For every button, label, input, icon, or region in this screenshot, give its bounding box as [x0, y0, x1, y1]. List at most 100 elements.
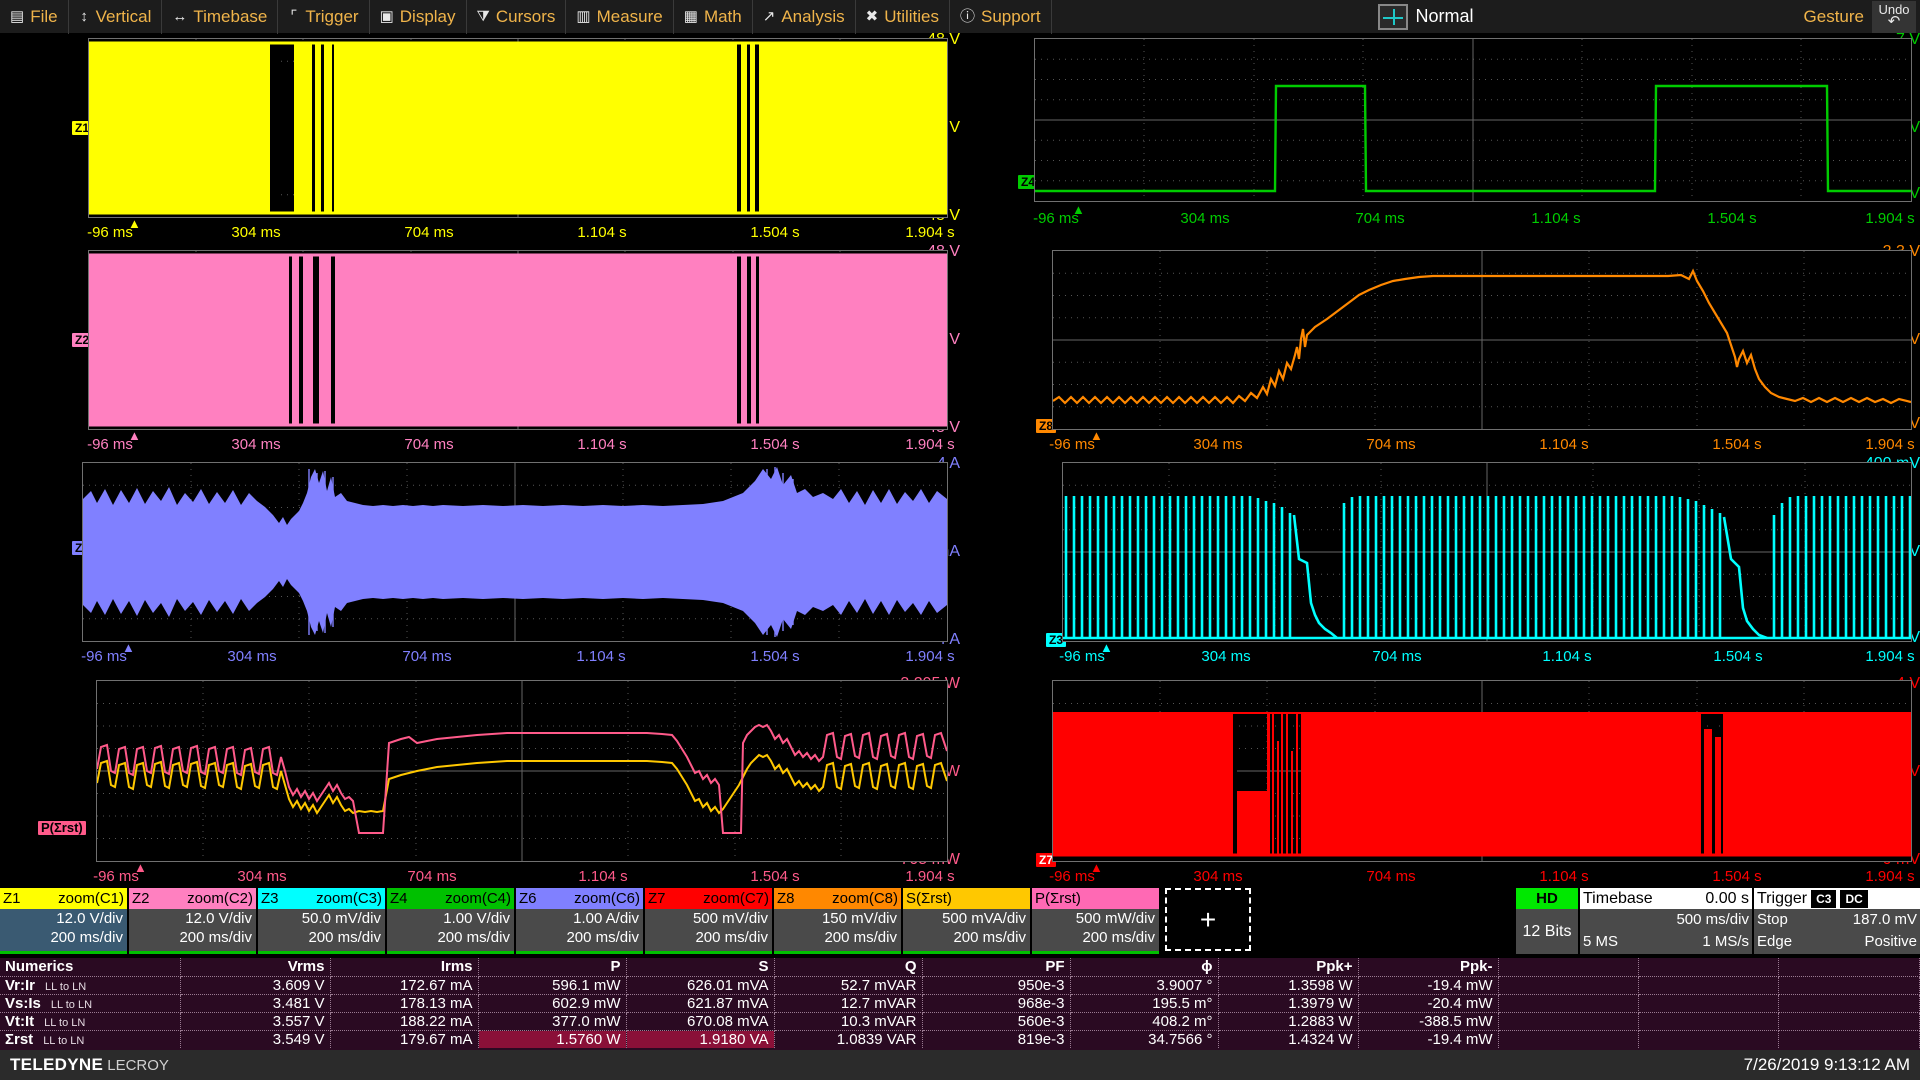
menu-item-timebase[interactable]: ↔ Timebase — [162, 0, 279, 34]
descriptor-z7[interactable]: Z7 zoom(C7) 500 mV/div 200 ms/div — [645, 888, 772, 954]
cell-empty-3 — [1778, 976, 1920, 995]
column-header-empty-3 — [1778, 958, 1920, 977]
numerics-grid: Numerics Vrms Irms P S Q PF ϕ Ppk+ Ppk- — [0, 958, 1920, 1048]
plot-z8[interactable] — [1052, 250, 1912, 430]
descriptor-z6[interactable]: Z6 zoom(C6) 1.00 A/div 200 ms/div — [516, 888, 643, 954]
table-row[interactable]: Vt:It LL to LN 3.557 V 188.22 mA 377.0 mW… — [0, 1012, 1920, 1031]
x-axis-label: 304 ms — [231, 224, 281, 241]
row-subtitle: LL to LN — [43, 1034, 85, 1047]
acquisition-mode-selector[interactable]: Normal — [1377, 3, 1474, 30]
x-axis-label: 1.904 s — [1865, 868, 1915, 885]
x-axis-label: 1.104 s — [577, 224, 627, 241]
descriptor-source: zoom(C8) — [832, 890, 898, 907]
menu-item-measure[interactable]: ▥ Measure — [566, 0, 674, 34]
row-subtitle: LL to LN — [50, 998, 93, 1011]
analysis-icon: ↗ — [762, 8, 776, 25]
descriptor-body: 12.0 V/div 200 ms/div — [0, 909, 127, 951]
descriptor-z8[interactable]: Z8 zoom(C8) 150 mV/div 200 ms/div — [774, 888, 901, 954]
x-axis-label: 1.104 s — [1539, 436, 1589, 453]
cell-pf: 968e-3 — [922, 994, 1071, 1013]
undo-button[interactable]: Undo ↶ — [1872, 0, 1916, 33]
menu-item-math[interactable]: ▦ Math — [674, 0, 753, 34]
trigger-header: Trigger C3 DC — [1754, 888, 1920, 909]
plot-z2[interactable] — [88, 250, 948, 430]
hd-label: HD — [1516, 888, 1578, 909]
x-axis-label: -96 ms — [1033, 210, 1079, 227]
descriptor-z4[interactable]: Z4 zoom(C4) 1.00 V/div 200 ms/div — [387, 888, 514, 954]
descriptor-body: 1.00 V/div 200 ms/div — [387, 909, 514, 951]
utilities-icon: ✖ — [865, 8, 879, 25]
x-axis-label: 1.504 s — [1713, 648, 1763, 665]
menu-item-support[interactable]: ⓘ Support — [950, 0, 1052, 34]
descriptor-time-scale: 200 ms/div — [179, 929, 252, 946]
descriptor-source: zoom(C1) — [58, 890, 124, 907]
hd-mode-box[interactable]: HD 12 Bits — [1516, 888, 1578, 956]
x-axis-label: 1.504 s — [1712, 436, 1762, 453]
cell-empty-3 — [1778, 994, 1920, 1013]
trigger-coupling-chip[interactable]: DC — [1840, 889, 1868, 908]
plot-z7[interactable] — [1052, 680, 1912, 862]
plot-z6[interactable] — [82, 462, 948, 642]
descriptor-s-sigma-rst[interactable]: S(Σrst) 500 mVA/div 200 ms/div — [903, 888, 1030, 954]
descriptor-body: 12.0 V/div 200 ms/div — [129, 909, 256, 951]
menu-item-vertical[interactable]: ↕ Vertical — [69, 0, 163, 34]
menu-item-analysis[interactable]: ↗ Analysis — [753, 0, 856, 34]
table-row[interactable]: Σrst LL to LN 3.549 V 179.67 mA 1.5760 W … — [0, 1030, 1920, 1048]
x-axis-label: 304 ms — [1180, 210, 1230, 227]
x-axis-label: 1.904 s — [1865, 210, 1915, 227]
trigger-source-chip[interactable]: C3 — [1811, 889, 1837, 908]
menu-item-file[interactable]: ▤ File — [0, 0, 69, 34]
column-header-empty-1 — [1498, 958, 1639, 977]
descriptor-z3[interactable]: Z3 zoom(C3) 50.0 mV/div 200 ms/div — [258, 888, 385, 954]
table-row[interactable]: Vr:Ir LL to LN 3.609 V 172.67 mA 596.1 mW… — [0, 976, 1920, 995]
x-axis-label: 704 ms — [404, 224, 454, 241]
x-axis-label: 1.904 s — [1865, 436, 1915, 453]
trigger-box[interactable]: Trigger C3 DC Stop 187.0 mV Edge Positiv… — [1754, 888, 1920, 956]
plot-z1[interactable] — [88, 38, 948, 218]
x-axis-label: 704 ms — [407, 868, 457, 885]
descriptor-body: 50.0 mV/div 200 ms/div — [258, 909, 385, 951]
column-header-ppk-minus: Ppk- — [1358, 958, 1499, 977]
trigger-body: Stop 187.0 mV Edge Positive — [1754, 909, 1920, 954]
descriptor-vertical-scale: 1.00 V/div — [443, 910, 510, 927]
add-trace-button[interactable]: + — [1165, 888, 1251, 951]
descriptor-p-sigma-rst[interactable]: P(Σrst) 500 mW/div 200 ms/div — [1032, 888, 1159, 954]
cell-phi: 3.9007 ° — [1070, 976, 1219, 995]
cell-s: 621.87 mVA — [626, 994, 775, 1013]
menu-item-display[interactable]: ▣ Display — [370, 0, 467, 34]
file-icon: ▤ — [10, 8, 25, 25]
cell-ppk-plus: 1.3598 W — [1218, 976, 1359, 995]
menu-item-utilities[interactable]: ✖ Utilities — [856, 0, 950, 34]
timebase-box[interactable]: Timebase 0.00 s 500 ms/div 5 MS 1 MS/s — [1580, 888, 1752, 956]
cell-s: 670.08 mVA — [626, 1012, 775, 1031]
trace-marker-power[interactable]: P(Σrst) — [38, 821, 86, 835]
cell-empty-2 — [1638, 994, 1779, 1013]
descriptor-time-scale: 200 ms/div — [695, 929, 768, 946]
cell-q: 1.0839 VAR — [774, 1030, 923, 1048]
descriptor-z1[interactable]: Z1 zoom(C1) 12.0 V/div 200 ms/div — [0, 888, 127, 954]
numerics-header-row: Numerics Vrms Irms P S Q PF ϕ Ppk+ Ppk- — [0, 958, 1920, 977]
menu-item-label: File — [30, 6, 58, 26]
trigger-label: Trigger — [1757, 889, 1808, 907]
display-icon: ▣ — [379, 8, 394, 25]
descriptor-name: Z3 — [261, 890, 279, 907]
numerics-table[interactable]: Numerics Vrms Irms P S Q PF ϕ Ppk+ Ppk- — [0, 958, 1920, 1050]
table-row[interactable]: Vs:Is LL to LN 3.481 V 178.13 mA 602.9 mW… — [0, 994, 1920, 1013]
grid-mode-icon[interactable] — [1377, 3, 1408, 30]
cell-q: 10.3 mVAR — [774, 1012, 923, 1031]
descriptor-source: zoom(C2) — [187, 890, 253, 907]
descriptor-z2[interactable]: Z2 zoom(C2) 12.0 V/div 200 ms/div — [129, 888, 256, 954]
menu-item-cursors[interactable]: ⧩ Cursors — [467, 0, 567, 34]
menu-bar: ▤ File ↕ Vertical ↔ Timebase ⌜ Trigger ▣… — [0, 0, 1920, 34]
plot-z4[interactable] — [1034, 38, 1912, 202]
menu-item-label: Trigger — [305, 6, 359, 26]
plot-z3[interactable] — [1062, 462, 1912, 642]
x-axis-label: 704 ms — [402, 648, 452, 665]
cell-phi: 195.5 m° — [1070, 994, 1219, 1013]
plot-power[interactable] — [96, 680, 948, 862]
trigger-icon: ⌜ — [290, 8, 298, 25]
menu-item-trigger[interactable]: ⌜ Trigger — [278, 0, 370, 34]
gesture-label[interactable]: Gesture — [1804, 7, 1872, 27]
column-header-empty-2 — [1638, 958, 1779, 977]
x-axis-label: 1.904 s — [905, 868, 955, 885]
